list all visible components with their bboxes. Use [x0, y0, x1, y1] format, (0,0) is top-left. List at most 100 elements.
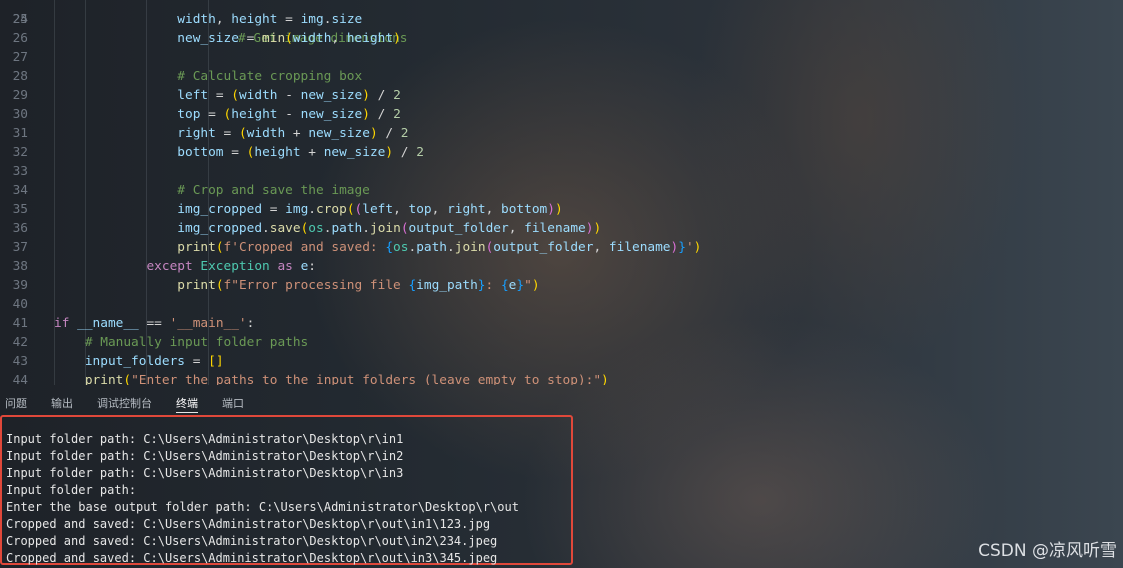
code-token: == [138, 316, 170, 331]
code-token: { [500, 278, 509, 293]
code-token: ( [215, 240, 224, 255]
code-token: "Enter the paths to the input folders (l… [131, 373, 602, 385]
code-token: # Manually input folder paths [84, 335, 309, 350]
code-token: / [369, 107, 394, 122]
code-line: 31 right = (width + new_size) / 2 [0, 124, 1123, 143]
code-token: ( [231, 88, 239, 103]
terminal-line: Input folder path: C:\Users\Administrato… [6, 449, 404, 463]
code-token: } [678, 240, 686, 255]
code-text: except Exception as e: [54, 257, 316, 276]
code-token: , [215, 12, 232, 27]
code-text: print(f"Error processing file {img_path}… [54, 276, 539, 295]
tab-terminal[interactable]: 终端 [176, 395, 198, 413]
code-token: os [308, 221, 324, 236]
code-token: ( [215, 278, 224, 293]
code-token: } [477, 278, 486, 293]
code-text: # Crop and save the image [54, 181, 370, 200]
code-token: - [277, 107, 301, 122]
code-token: left [362, 202, 394, 217]
code-token: { [408, 278, 417, 293]
code-line: 38 except Exception as e: [0, 257, 1123, 276]
code-token: : [308, 259, 316, 274]
code-line: 27 [0, 48, 1123, 67]
code-token: ( [400, 221, 409, 236]
code-token: , [393, 202, 409, 217]
code-token: = [200, 107, 224, 122]
line-number: 38 [12, 259, 28, 274]
line-number: 26 [12, 31, 28, 46]
tab-ports[interactable]: 端口 [222, 395, 244, 411]
code-token: bottom [177, 145, 224, 160]
code-line: 37 print(f'Cropped and saved: {os.path.j… [0, 238, 1123, 257]
code-token: ) [369, 126, 378, 141]
code-token: { [385, 240, 394, 255]
code-editor[interactable]: 24 # Get image dimensions 25 width, heig… [0, 0, 1123, 385]
code-token: img [300, 12, 324, 27]
terminal-line: Input folder path: C:\Users\Administrato… [6, 432, 404, 446]
code-token: ) [554, 202, 563, 217]
code-token: filename [524, 221, 586, 236]
code-token: right [177, 126, 216, 141]
code-token: width [238, 88, 278, 103]
code-token: ) [393, 31, 401, 46]
code-token: top [177, 107, 201, 122]
code-token: , [331, 31, 347, 46]
code-token: f'Cropped and saved: [223, 240, 386, 255]
code-token: = [185, 354, 209, 369]
line-number: 33 [12, 164, 28, 179]
code-line: 35 img_cropped = img.crop((left, top, ri… [0, 200, 1123, 219]
code-token: ) [593, 221, 602, 236]
code-token: 2 [393, 88, 401, 103]
code-text: # Calculate cropping box [54, 67, 362, 86]
code-token: __name__ [77, 316, 139, 331]
code-token: / [393, 145, 417, 160]
code-token: new_size [300, 107, 363, 122]
code-token: path [416, 240, 448, 255]
line-number: 43 [12, 354, 28, 369]
line-number: 40 [12, 297, 28, 312]
code-token: , [431, 202, 448, 217]
code-token: new_size [308, 126, 370, 141]
code-text: left = (width - new_size) / 2 [54, 86, 401, 105]
line-number: 34 [12, 183, 28, 198]
tab-output[interactable]: 输出 [51, 395, 73, 411]
line-number: 41 [12, 316, 28, 331]
code-token: ) [362, 88, 370, 103]
code-token: output_folder [408, 221, 509, 236]
code-line: 33 [0, 162, 1123, 181]
code-token: = [262, 202, 286, 217]
tab-debug-console[interactable]: 调试控制台 [97, 395, 152, 411]
panel-tab-bar: 问题 输出 调试控制台 终端 端口 [0, 392, 1123, 414]
line-number: 28 [12, 69, 28, 84]
code-line: 30 top = (height - new_size) / 2 [0, 105, 1123, 124]
code-token: width [246, 126, 286, 141]
terminal-line: Input folder path: C:\Users\Administrato… [6, 466, 404, 480]
code-token: + [300, 145, 324, 160]
code-token: '__main__' [169, 316, 247, 331]
code-token: height [231, 107, 278, 122]
code-token: f"Error processing file [223, 278, 409, 293]
code-token: except [146, 259, 201, 274]
code-token: " [524, 278, 532, 293]
code-token: img_cropped [177, 202, 263, 217]
code-token: ( [346, 202, 355, 217]
terminal-output-highlight[interactable]: Input folder path: C:\Users\Administrato… [0, 415, 573, 565]
code-token: / [377, 126, 401, 141]
code-token: # Calculate cropping box [177, 69, 363, 84]
tab-problems[interactable]: 问题 [5, 395, 27, 411]
code-token: [] [208, 354, 224, 369]
code-token: 2 [400, 126, 409, 141]
code-token: input_folders [84, 354, 185, 369]
code-text: print(f'Cropped and saved: {os.path.join… [54, 238, 701, 257]
code-token: top [408, 202, 432, 217]
code-token: join [454, 240, 486, 255]
code-token: } [516, 278, 525, 293]
code-token: + [285, 126, 309, 141]
code-text: img_cropped.save(os.path.join(output_fol… [54, 219, 601, 238]
code-token: 2 [416, 145, 424, 160]
code-token: height [231, 12, 278, 27]
code-line: 28 # Calculate cropping box [0, 67, 1123, 86]
code-token: ) [601, 373, 609, 385]
code-token: filename [608, 240, 671, 255]
code-token: new_size [323, 145, 386, 160]
